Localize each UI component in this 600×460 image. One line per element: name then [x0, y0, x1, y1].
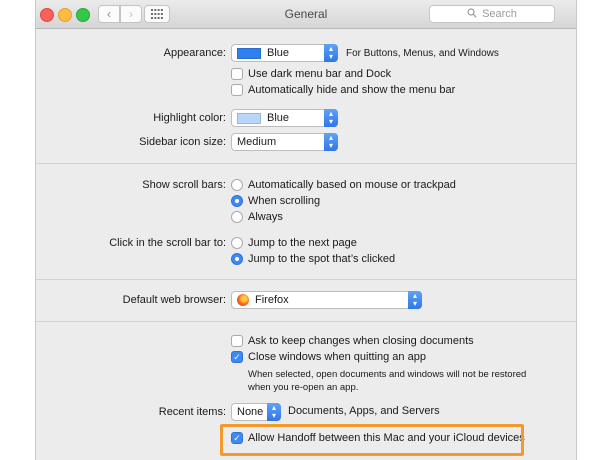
scroll-when-scrolling-radio[interactable] — [231, 195, 243, 207]
scroll-auto-radio[interactable] — [231, 179, 243, 191]
recent-items-value: None — [237, 406, 264, 418]
auto-hide-label: Automatically hide and show the menu bar — [248, 84, 456, 96]
recent-items-popup[interactable]: None ▴ ▾ — [231, 403, 281, 421]
chevron-updown-icon: ▴ ▾ — [324, 109, 338, 127]
scroll-auto-label: Automatically based on mouse or trackpad — [248, 179, 456, 191]
browser-value: Firefox — [255, 294, 289, 306]
chevron-updown-icon: ▴ ▾ — [324, 44, 338, 62]
jump-next-page-radio-row[interactable]: Jump to the next page — [231, 235, 357, 251]
appearance-value: Blue — [267, 47, 290, 59]
appearance-label: Appearance: — [163, 47, 226, 59]
scroll-always-label: Always — [248, 211, 283, 223]
browser-label: Default web browser: — [122, 294, 226, 306]
jump-spot-radio-row[interactable]: Jump to the spot that’s clicked — [231, 251, 395, 267]
click-scroll-label: Click in the scroll bar to: — [109, 237, 226, 249]
close-windows-note: When selected, open documents and window… — [248, 368, 526, 394]
scroll-auto-radio-row[interactable]: Automatically based on mouse or trackpad — [231, 177, 456, 193]
scroll-bars-label: Show scroll bars: — [142, 179, 226, 191]
chevron-updown-icon: ▴ ▾ — [324, 133, 338, 151]
dark-menu-checkbox[interactable] — [231, 68, 243, 80]
highlight-label: Highlight color: — [153, 112, 226, 124]
close-windows-checkbox-row[interactable]: ✓ Close windows when quitting an app — [231, 349, 426, 365]
search-placeholder: Search — [482, 8, 517, 20]
separator — [36, 279, 576, 280]
sidebar-icon-label: Sidebar icon size: — [139, 136, 226, 148]
highlight-popup[interactable]: Blue ▴ ▾ — [231, 109, 338, 127]
note-line-2: when you re-open an app. — [248, 382, 359, 393]
search-icon — [467, 7, 477, 21]
browser-popup[interactable]: Firefox ▴ ▾ — [231, 291, 422, 309]
highlight-swatch — [237, 112, 261, 124]
search-field[interactable]: Search — [429, 5, 555, 23]
close-windows-checkbox[interactable]: ✓ — [231, 351, 243, 363]
scroll-when-scrolling-radio-row[interactable]: When scrolling — [231, 193, 320, 209]
dark-menu-label: Use dark menu bar and Dock — [248, 68, 392, 80]
recent-items-suffix: Documents, Apps, and Servers — [288, 405, 440, 417]
note-line-1: When selected, open documents and window… — [248, 369, 527, 380]
scroll-always-radio-row[interactable]: Always — [231, 209, 283, 225]
recent-items-label: Recent items: — [158, 406, 226, 418]
chevron-updown-icon: ▴ ▾ — [267, 403, 281, 421]
auto-hide-checkbox[interactable] — [231, 84, 243, 96]
appearance-suffix: For Buttons, Menus, and Windows — [346, 48, 499, 59]
chevron-updown-icon: ▴ ▾ — [408, 291, 422, 309]
scroll-always-radio[interactable] — [231, 211, 243, 223]
handoff-highlight-box — [220, 424, 524, 456]
ask-changes-checkbox[interactable] — [231, 335, 243, 347]
jump-next-page-radio[interactable] — [231, 237, 243, 249]
jump-spot-label: Jump to the spot that’s clicked — [248, 253, 396, 265]
sidebar-icon-popup[interactable]: Medium ▴ ▾ — [231, 133, 338, 151]
firefox-icon — [237, 294, 249, 306]
dark-menu-checkbox-row[interactable]: Use dark menu bar and Dock — [231, 66, 391, 82]
preferences-window: ‹ › General Search Appearance: Blue ▴ ▾ … — [35, 0, 577, 460]
close-windows-label: Close windows when quitting an app — [248, 351, 426, 363]
sidebar-icon-value: Medium — [237, 136, 277, 148]
separator — [36, 321, 576, 322]
highlight-value: Blue — [267, 112, 290, 124]
ask-changes-checkbox-row[interactable]: Ask to keep changes when closing documen… — [231, 333, 474, 349]
separator — [36, 163, 576, 164]
auto-hide-checkbox-row[interactable]: Automatically hide and show the menu bar — [231, 82, 455, 98]
ask-changes-label: Ask to keep changes when closing documen… — [248, 335, 474, 347]
appearance-swatch — [237, 47, 261, 59]
appearance-popup[interactable]: Blue ▴ ▾ — [231, 44, 338, 62]
title-bar: ‹ › General Search — [36, 0, 576, 29]
jump-next-page-label: Jump to the next page — [248, 237, 357, 249]
scroll-when-scrolling-label: When scrolling — [248, 195, 321, 207]
jump-spot-radio[interactable] — [231, 253, 243, 265]
